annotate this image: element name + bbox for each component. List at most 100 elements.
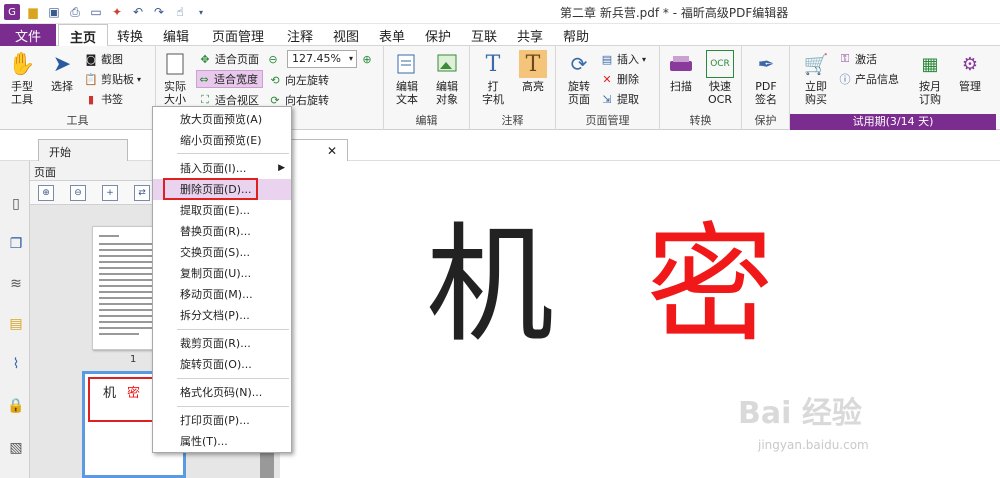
edit-object-button[interactable]: 编辑 对象 — [428, 50, 466, 106]
select-button[interactable]: ➤ 选择 — [46, 50, 78, 93]
cursor-icon: ➤ — [52, 51, 72, 77]
hand-tool-icon[interactable]: ☝ — [172, 4, 188, 20]
buy-now-button[interactable]: 🛒 立即 购买 — [796, 50, 836, 107]
document-info-icon[interactable]: ▧ — [7, 439, 25, 457]
layers-icon[interactable]: ≋ — [7, 275, 25, 293]
zoom-input[interactable]: 127.45% ▾ — [287, 50, 357, 68]
activate-button[interactable]: ⚿ 激活 — [838, 50, 877, 68]
undo-icon[interactable]: ↶ — [130, 4, 146, 20]
menu-move-page[interactable]: 移动页面(M)... — [153, 284, 291, 305]
tab-form[interactable]: 表单 — [370, 24, 414, 46]
monthly-button[interactable]: ▦ 按月 订购 — [912, 50, 948, 106]
bookmark-button[interactable]: ▮ 书签 — [84, 90, 123, 108]
screenshot-label: 截图 — [101, 53, 123, 66]
zoom-thumb-out-icon[interactable]: ⊖ — [70, 185, 86, 201]
close-tab-icon[interactable]: ✕ — [327, 144, 337, 158]
info-icon: ⓘ — [839, 73, 851, 86]
insert-button[interactable]: ▤ 插入 ▾ — [600, 50, 646, 68]
edit-text-button[interactable]: 编辑 文本 — [390, 50, 424, 106]
menu-crop-page[interactable]: 裁剪页面(R)... — [153, 333, 291, 354]
zoom-in-button[interactable]: ⊕ — [360, 50, 374, 68]
tab-comment[interactable]: 注释 — [278, 24, 322, 46]
tab-document[interactable]: ✕ — [290, 139, 348, 161]
menu-copy-page[interactable]: 复制页面(U)... — [153, 263, 291, 284]
product-info-button[interactable]: ⓘ 产品信息 — [838, 70, 900, 88]
rotate-left-button[interactable]: ⟲ 向左旋转 — [268, 71, 329, 89]
menu-properties[interactable]: 属性(T)... — [153, 431, 291, 452]
hand-tool-label: 手型 工具 — [11, 80, 33, 106]
pdf-sign-button[interactable]: ✒ PDF 签名 — [748, 50, 784, 107]
customize-dropdown-icon[interactable]: ▾ — [193, 4, 209, 20]
product-info-label: 产品信息 — [855, 73, 899, 86]
menu-zoom-out-preview[interactable]: 缩小页面预览(E) — [153, 130, 291, 151]
comments-icon[interactable]: ▤ — [7, 315, 25, 333]
monthly-label: 按月 订购 — [919, 80, 941, 106]
extract-icon: ⇲ — [602, 92, 612, 106]
rotate-page-label: 旋转 页面 — [568, 80, 590, 106]
attachment-icon[interactable]: ⌇ — [7, 355, 25, 373]
pen-sign-icon: ✒ — [757, 51, 775, 76]
manage-button[interactable]: ⚙ 管理 — [952, 50, 988, 93]
fit-page-button[interactable]: ✥ 适合页面 — [198, 50, 259, 68]
save-icon[interactable]: ▣ — [46, 4, 62, 20]
menu-separator — [177, 406, 289, 407]
open-folder-icon[interactable]: ▆ — [25, 4, 41, 20]
menu-extract-page[interactable]: 提取页面(E)... — [153, 200, 291, 221]
fit-width-button[interactable]: ⇔ 适合宽度 — [196, 70, 263, 88]
rotate-page-button[interactable]: ⟳ 旋转 页面 — [562, 50, 596, 107]
menu-print-page[interactable]: 打印页面(P)... — [153, 410, 291, 431]
tab-edit[interactable]: 编辑 — [154, 24, 198, 46]
tab-connect[interactable]: 互联 — [462, 24, 506, 46]
panel-scrollbar[interactable] — [260, 451, 274, 478]
menu-zoom-in-preview[interactable]: 放大页面预览(A) — [153, 109, 291, 130]
tab-share[interactable]: 共享 — [508, 24, 552, 46]
pages-icon[interactable]: ❐ — [7, 235, 25, 253]
tab-help[interactable]: 帮助 — [554, 24, 598, 46]
tab-page-management[interactable]: 页面管理 — [200, 24, 276, 46]
menu-separator — [177, 378, 289, 379]
print-icon[interactable]: ⎙ — [67, 4, 83, 20]
group-convert: 扫描 OCR 快速 OCR 转换 — [660, 46, 742, 130]
menu-rotate-page[interactable]: 旋转页面(O)... — [153, 354, 291, 375]
menu-split-document[interactable]: 拆分文档(P)... — [153, 305, 291, 326]
zoom-dropdown-icon[interactable]: ▾ — [349, 51, 353, 67]
tab-start[interactable]: 开始 — [38, 139, 128, 161]
tab-view[interactable]: 视图 — [324, 24, 368, 46]
zoom-thumb-in-icon[interactable]: ⊕ — [38, 185, 54, 201]
hand-tool-button[interactable]: ✋ 手型 工具 — [6, 50, 38, 106]
insert-page-icon[interactable]: + — [102, 185, 118, 201]
menu-swap-page[interactable]: 交换页面(S)... — [153, 242, 291, 263]
tools-group-label: 工具 — [66, 114, 89, 127]
scan-button[interactable]: 扫描 — [664, 50, 698, 93]
menu-replace-page[interactable]: 替换页面(R)... — [153, 221, 291, 242]
actual-size-label: 实际 大小 — [164, 80, 186, 106]
tab-home[interactable]: 主页 — [58, 24, 108, 47]
tab-start-label: 开始 — [49, 146, 71, 159]
key-icon: ⚿ — [840, 52, 850, 65]
menu-format-page-numbers[interactable]: 格式化页码(N)... — [153, 382, 291, 403]
actual-size-button[interactable]: 实际 大小 — [160, 50, 190, 106]
move-page-icon[interactable]: ⇄ — [134, 185, 150, 201]
menu-insert-page[interactable]: 插入页面(I)... ▶ — [153, 158, 291, 179]
extract-button[interactable]: ⇲ 提取 — [600, 90, 639, 108]
screenshot-button[interactable]: ◙ 截图 — [84, 50, 123, 68]
zoom-out-button[interactable]: ⊖ — [266, 50, 280, 68]
lock-icon[interactable]: 🔒 — [7, 397, 25, 415]
clipboard-button[interactable]: 📋 剪贴板 ▾ — [84, 70, 141, 88]
scan-icon[interactable]: ▭ — [88, 4, 104, 20]
typewriter-button[interactable]: T 打 字机 — [476, 50, 510, 106]
fit-width-label: 适合宽度 — [214, 73, 258, 86]
bookmark-label: 书签 — [101, 93, 123, 106]
tab-protect[interactable]: 保护 — [416, 24, 460, 46]
highlight-button[interactable]: T 高亮 — [516, 50, 550, 93]
ribbon: ✋ 手型 工具 ➤ 选择 ◙ 截图 📋 剪贴板 ▾ ▮ 书签 工具 实际 大小 ✥ 适合页… — [0, 46, 1000, 130]
page-number-label: 1 — [130, 354, 137, 365]
delete-button[interactable]: ✕ 删除 — [600, 70, 639, 88]
redo-icon[interactable]: ↷ — [151, 4, 167, 20]
tab-file[interactable]: 文件 — [0, 24, 56, 46]
ocr-icon: OCR — [706, 50, 734, 78]
page-view-icon[interactable]: ▯ — [7, 195, 25, 213]
new-doc-icon[interactable]: ✦ — [109, 4, 125, 20]
tab-convert[interactable]: 转换 — [108, 24, 152, 46]
quick-ocr-button[interactable]: OCR 快速 OCR — [702, 50, 738, 106]
